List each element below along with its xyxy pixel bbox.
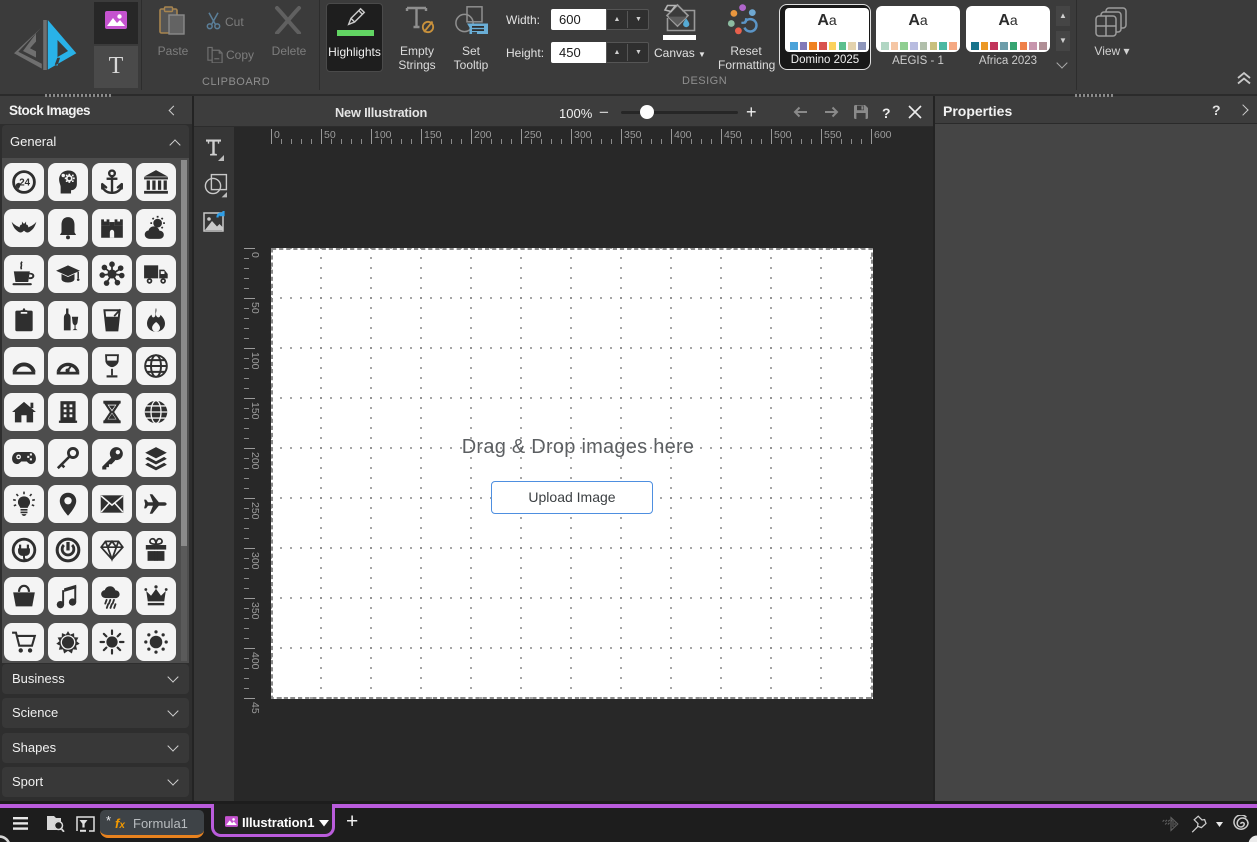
svg-text:450: 450 xyxy=(249,702,261,714)
svg-text:550: 550 xyxy=(824,129,842,141)
svg-text:50: 50 xyxy=(324,129,336,141)
svg-text:350: 350 xyxy=(249,602,261,620)
svg-text:500: 500 xyxy=(774,129,792,141)
svg-text:450: 450 xyxy=(724,129,742,141)
svg-text:250: 250 xyxy=(524,129,542,141)
svg-text:0: 0 xyxy=(274,129,280,141)
svg-text:400: 400 xyxy=(249,652,261,670)
svg-text:300: 300 xyxy=(574,129,592,141)
svg-text:100: 100 xyxy=(374,129,392,141)
svg-text:0: 0 xyxy=(249,252,261,258)
svg-text:200: 200 xyxy=(474,129,492,141)
svg-text:150: 150 xyxy=(249,402,261,420)
svg-text:50: 50 xyxy=(249,302,261,314)
svg-text:24: 24 xyxy=(19,177,30,188)
svg-text:100: 100 xyxy=(249,352,261,370)
svg-text:150: 150 xyxy=(424,129,442,141)
svg-text:400: 400 xyxy=(674,129,692,141)
svg-text:600: 600 xyxy=(874,129,892,141)
svg-text:250: 250 xyxy=(249,502,261,520)
svg-text:200: 200 xyxy=(249,452,261,470)
svg-text:300: 300 xyxy=(249,552,261,570)
svg-text:350: 350 xyxy=(624,129,642,141)
